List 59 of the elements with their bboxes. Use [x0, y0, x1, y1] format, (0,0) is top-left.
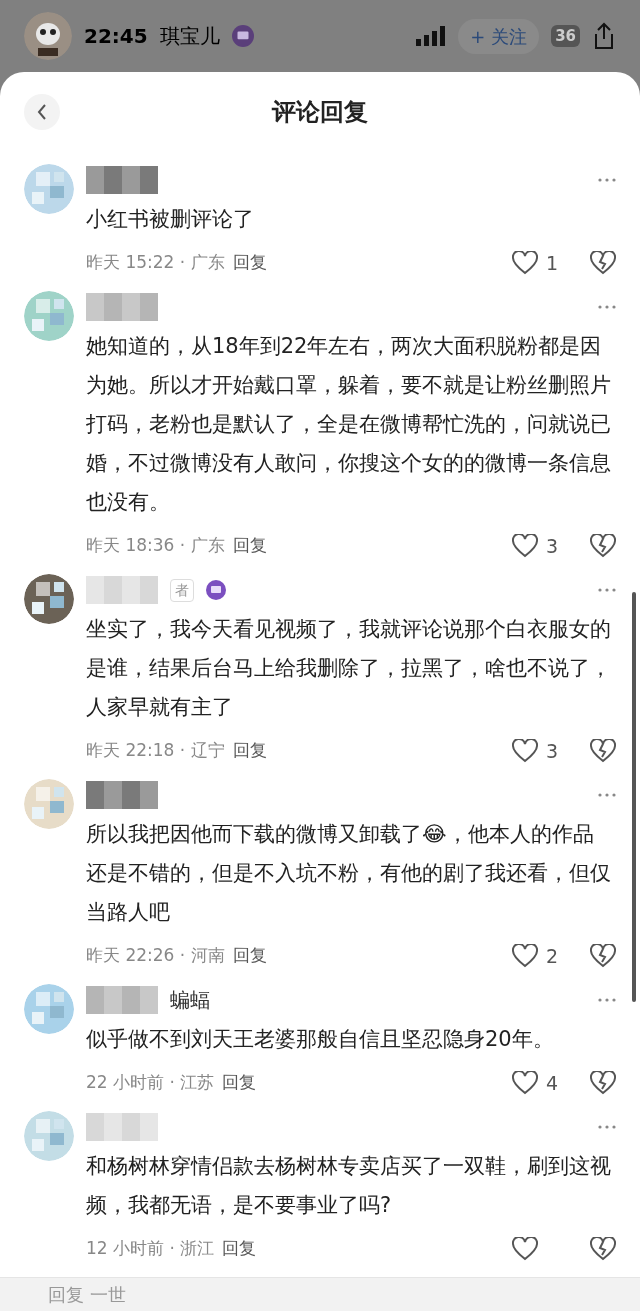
heart-icon[interactable]: [512, 739, 538, 763]
message-badge-icon: [206, 580, 226, 600]
comment-text: 似乎做不到刘天王老婆那般自信且坚忍隐身20年。: [86, 1026, 555, 1053]
username: 蝙蝠: [170, 987, 210, 1014]
blurred-username-drawing: [86, 1113, 158, 1141]
battery-level: 36: [551, 24, 580, 48]
comment-text: 她知道的，从18年到22年左右，两次大面积脱粉都是因为她。所以才开始戴口罩，躲着，要不就是让粉丝删照片打码，老粉也是默认了，全是在微博帮忙洗的，问就说已婚，不过微博没有人敢问，你搜这个女的的微博一条信息也没有。: [86, 333, 612, 516]
like-count: 3: [546, 534, 559, 557]
heart-icon[interactable]: [512, 1071, 538, 1095]
message-badge-icon: [231, 25, 254, 47]
status-time: 22:45: [84, 23, 148, 50]
like-count: 4: [546, 1071, 559, 1094]
back-icon: [36, 103, 48, 121]
reply-link[interactable]: 回复: [232, 738, 267, 764]
like-count: 1: [546, 251, 559, 274]
heart-icon[interactable]: [512, 251, 538, 275]
broken-heart-icon[interactable]: [590, 251, 616, 275]
more-icon[interactable]: [598, 305, 616, 309]
reply-link[interactable]: 回复: [222, 1236, 257, 1262]
comment-time-location: 22 小时前 · 江苏: [86, 1071, 215, 1095]
broken-heart-icon[interactable]: [590, 944, 616, 968]
back-button[interactable]: [24, 94, 60, 130]
reply-link[interactable]: 回复: [232, 943, 267, 969]
share-icon[interactable]: [592, 22, 616, 50]
broken-heart-icon[interactable]: [590, 739, 616, 763]
author-tag: 者: [170, 578, 194, 602]
comment-time-location: 昨天 22:18 · 辽宁: [86, 739, 225, 763]
blurred-username-drawing: [86, 986, 158, 1014]
like-count: 2: [546, 944, 559, 967]
more-icon[interactable]: [598, 793, 616, 797]
broken-heart-icon[interactable]: [590, 534, 616, 558]
comment-time-location: 昨天 22:26 · 河南: [86, 944, 225, 968]
blurred-username-drawing: [86, 781, 158, 809]
blurred-username-drawing: [86, 576, 158, 604]
comment-time-location: 12 小时前 · 浙江: [86, 1237, 215, 1261]
comment-text: 小红书被删评论了: [86, 206, 255, 233]
heart-icon[interactable]: [512, 944, 538, 968]
broken-heart-icon[interactable]: [590, 1071, 616, 1095]
reply-link[interactable]: 回复: [232, 533, 267, 559]
more-icon[interactable]: [598, 998, 616, 1002]
heart-icon[interactable]: [512, 534, 538, 558]
comment-text: 和杨树林穿情侣款去杨树林专卖店买了一双鞋，刷到这视频，我都无语，是不要事业了吗?: [86, 1153, 612, 1219]
comment-text: 所以我把因他而下载的微博又卸载了😂，他本人的作品还是不错的，但是不入坑不粉，有他的剧了我还看，但仅当路人吧: [86, 821, 612, 926]
blurred-username-drawing: [86, 166, 158, 194]
broken-heart-icon[interactable]: [590, 1237, 616, 1261]
more-icon[interactable]: [598, 588, 616, 592]
heart-icon[interactable]: [512, 1237, 538, 1261]
signal-icon: [416, 26, 447, 46]
like-count: 3: [546, 739, 559, 762]
blurred-username-drawing: [86, 293, 158, 321]
comment-time-location: 昨天 15:22 · 广东: [86, 251, 225, 275]
more-icon[interactable]: [598, 178, 616, 182]
comment-text: 坐实了，我今天看见视频了，我就评论说那个白衣服女的是谁，结果后台马上给我删除了，拉黑了，啥也不说了，人家早就有主了: [86, 616, 612, 721]
comment-time-location: 昨天 18:36 · 广东: [86, 534, 225, 558]
reply-link[interactable]: 回复: [222, 1070, 257, 1096]
more-icon[interactable]: [598, 1125, 616, 1129]
username: 琪宝儿: [159, 23, 220, 50]
sheet-title: 评论回复: [272, 97, 368, 128]
reply-link[interactable]: 回复: [232, 250, 267, 276]
